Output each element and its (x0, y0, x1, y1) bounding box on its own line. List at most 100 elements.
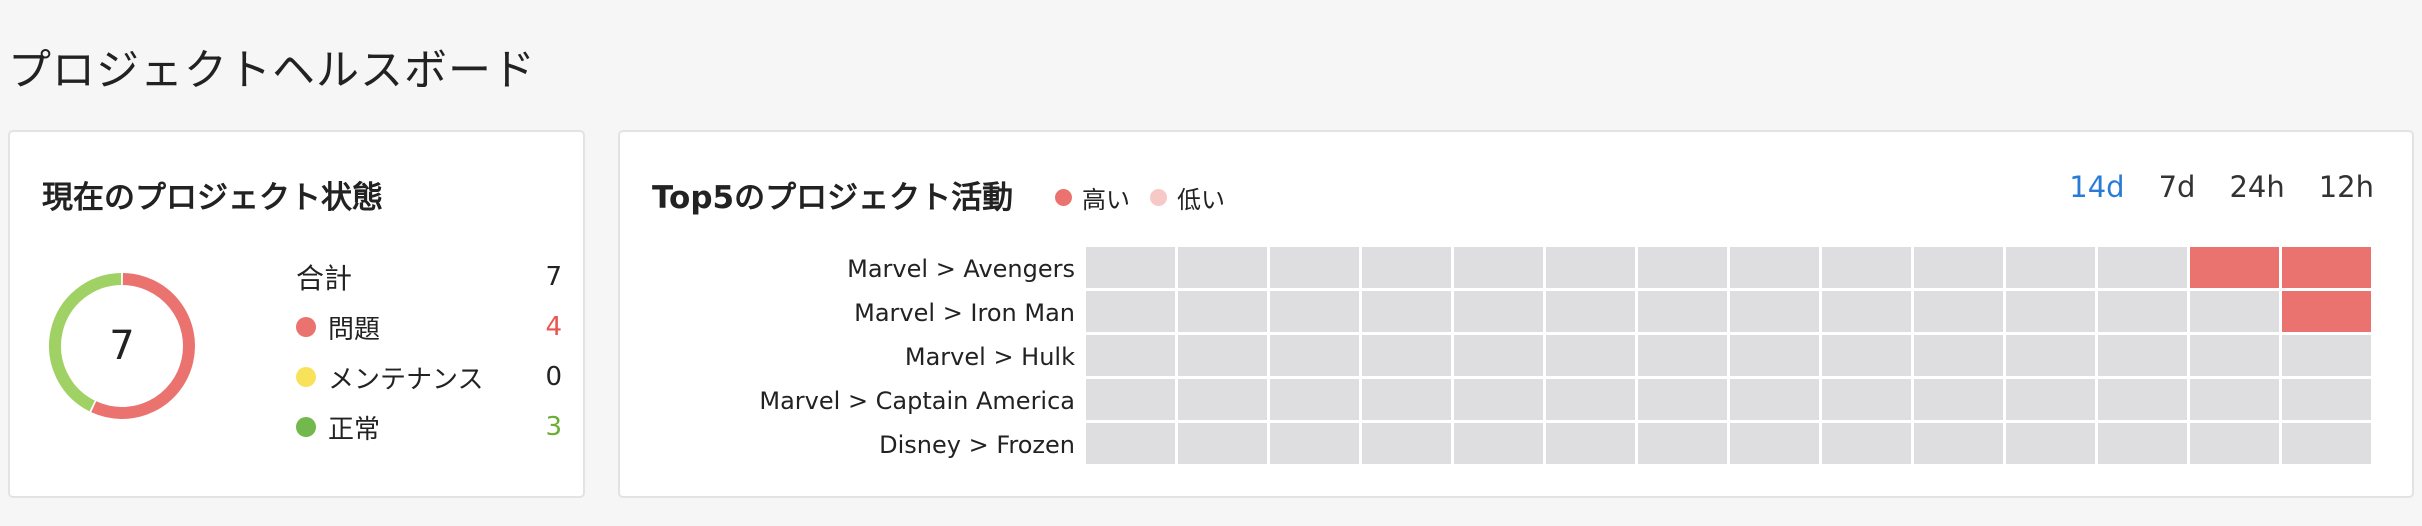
activity-legend-item: 高い (1055, 180, 1130, 215)
heatmap-cell[interactable] (2006, 335, 2095, 376)
heatmap-cell[interactable] (1270, 423, 1359, 464)
heatmap-cell[interactable] (1454, 423, 1543, 464)
heatmap-cell[interactable] (2006, 247, 2095, 288)
heatmap-cell[interactable] (1914, 423, 2003, 464)
heatmap-cell[interactable] (2098, 335, 2187, 376)
project-row-labels: Marvel > Avengers Marvel > Iron Man Marvel… (620, 247, 1075, 467)
heatmap-cell[interactable] (1454, 291, 1543, 332)
heatmap-cell[interactable] (1638, 335, 1727, 376)
heatmap-cell[interactable] (1178, 379, 1267, 420)
heatmap-cell[interactable] (1914, 335, 2003, 376)
heatmap-cell[interactable] (1270, 335, 1359, 376)
heatmap-cell[interactable] (1086, 379, 1175, 420)
range-tab-14d[interactable]: 14d (2069, 170, 2124, 204)
heatmap-cell[interactable] (2190, 423, 2279, 464)
heatmap-cell[interactable] (1822, 335, 1911, 376)
range-tab-7d[interactable]: 7d (2159, 170, 2196, 204)
activity-legend-item: 低い (1150, 180, 1225, 215)
heatmap-cell[interactable] (1546, 247, 1635, 288)
range-tab-24h[interactable]: 24h (2229, 170, 2284, 204)
heatmap-cell[interactable] (2190, 335, 2279, 376)
heatmap-cell[interactable] (1546, 335, 1635, 376)
status-legend-label: 正常 (328, 414, 381, 445)
heatmap-cell[interactable] (1822, 423, 1911, 464)
heatmap-cell[interactable] (2098, 379, 2187, 420)
heatmap-row (1086, 379, 2382, 423)
heatmap-cell[interactable] (1914, 247, 2003, 288)
heatmap-cell[interactable] (1178, 247, 1267, 288)
status-legend: 合計 7 問題 4 メンテナンス 0 正常 3 (296, 252, 562, 452)
heatmap-cell[interactable] (1086, 335, 1175, 376)
heatmap-cell[interactable] (1914, 379, 2003, 420)
heatmap-cell[interactable] (1086, 291, 1175, 332)
heatmap-cell[interactable] (2006, 379, 2095, 420)
heatmap-cell[interactable] (1178, 335, 1267, 376)
heatmap-cell[interactable] (1454, 335, 1543, 376)
heatmap-cell[interactable] (1638, 423, 1727, 464)
status-legend-row: メンテナンス 0 (296, 352, 562, 402)
heatmap-cell[interactable] (1086, 247, 1175, 288)
project-status-card: 現在のプロジェクト状態 7 合計 7 問題 4 メンテナンス 0 正常 3 (8, 130, 585, 498)
status-card-title: 現在のプロジェクト状態 (42, 180, 383, 216)
heatmap-cell[interactable] (2098, 423, 2187, 464)
heatmap-cell[interactable] (1178, 291, 1267, 332)
heatmap-cell[interactable] (1546, 423, 1635, 464)
activity-heatmap (1086, 247, 2382, 467)
heatmap-cell[interactable] (2098, 291, 2187, 332)
heatmap-cell[interactable] (1638, 379, 1727, 420)
heatmap-cell[interactable] (2282, 379, 2371, 420)
heatmap-cell[interactable] (1362, 423, 1451, 464)
heatmap-cell[interactable] (2190, 379, 2279, 420)
heatmap-cell[interactable] (1362, 247, 1451, 288)
heatmap-cell[interactable] (1546, 379, 1635, 420)
heatmap-cell[interactable] (2282, 247, 2371, 288)
heatmap-cell[interactable] (2006, 291, 2095, 332)
heatmap-cell[interactable] (1086, 423, 1175, 464)
project-row-label: Marvel > Iron Man (854, 299, 1075, 327)
heatmap-cell[interactable] (1730, 423, 1819, 464)
heatmap-cell[interactable] (1638, 247, 1727, 288)
heatmap-cell[interactable] (1362, 379, 1451, 420)
heatmap-cell[interactable] (1454, 379, 1543, 420)
status-legend-row: 問題 4 (296, 302, 562, 352)
heatmap-cell[interactable] (1822, 247, 1911, 288)
heatmap-cell[interactable] (2282, 335, 2371, 376)
range-tab-12h[interactable]: 12h (2319, 170, 2374, 204)
status-legend-row: 合計 7 (296, 252, 562, 302)
activity-legend-label: 高い (1082, 186, 1130, 214)
heatmap-row (1086, 291, 2382, 335)
status-legend-value: 7 (545, 262, 562, 292)
heatmap-cell[interactable] (1730, 335, 1819, 376)
heatmap-cell[interactable] (2190, 291, 2279, 332)
heatmap-cell[interactable] (1822, 291, 1911, 332)
heatmap-cell[interactable] (1730, 291, 1819, 332)
heatmap-cell[interactable] (1822, 379, 1911, 420)
heatmap-cell[interactable] (1270, 291, 1359, 332)
heatmap-cell[interactable] (1270, 379, 1359, 420)
status-legend-value: 0 (545, 362, 562, 392)
status-legend-label: 合計 (296, 262, 353, 295)
heatmap-cell[interactable] (1730, 247, 1819, 288)
heatmap-cell[interactable] (1362, 291, 1451, 332)
heatmap-cell[interactable] (1178, 423, 1267, 464)
time-range-tabs: 14d 7d 24h 12h (2035, 170, 2374, 204)
heatmap-cell[interactable] (2006, 423, 2095, 464)
heatmap-cell[interactable] (2190, 247, 2279, 288)
activity-card-title: Top5のプロジェクト活動 (652, 180, 1014, 216)
project-row-label: Disney > Frozen (879, 431, 1075, 459)
heatmap-cell[interactable] (1546, 291, 1635, 332)
heatmap-cell[interactable] (2282, 291, 2371, 332)
heatmap-cell[interactable] (1638, 291, 1727, 332)
heatmap-cell[interactable] (1730, 379, 1819, 420)
project-row-label: Marvel > Captain America (759, 387, 1075, 415)
legend-dot-icon (1150, 189, 1167, 206)
heatmap-cell[interactable] (1454, 247, 1543, 288)
status-donut-chart: 7 (42, 266, 202, 426)
project-row-label: Marvel > Hulk (904, 343, 1075, 371)
heatmap-cell[interactable] (2282, 423, 2371, 464)
heatmap-cell[interactable] (1270, 247, 1359, 288)
heatmap-cell[interactable] (1914, 291, 2003, 332)
heatmap-cell[interactable] (1362, 335, 1451, 376)
heatmap-cell[interactable] (2098, 247, 2187, 288)
legend-dot-icon (1055, 189, 1072, 206)
